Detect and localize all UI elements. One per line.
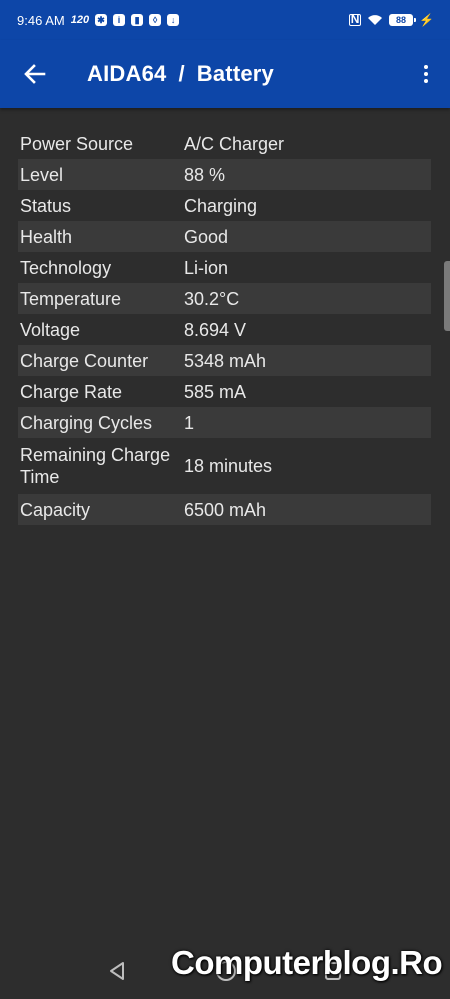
lock-icon: ▮: [131, 14, 144, 26]
table-row-remaining-charge-time: Remaining Charge Time 18 minutes: [18, 438, 431, 494]
row-label: Voltage: [20, 319, 81, 340]
table-row-power-source: Power Source A/C Charger: [18, 128, 431, 159]
nav-back-icon[interactable]: [108, 961, 126, 981]
status-left-group: 9:46 AM 120 ✱ i ▮ ◊ ↓: [17, 12, 180, 28]
nfc-icon: N: [349, 12, 362, 26]
row-label: Capacity: [20, 499, 91, 520]
refresh-rate-indicator: 120: [70, 14, 90, 26]
table-row-voltage: Voltage 8.694 V: [18, 314, 431, 345]
row-value: 8.694 V: [184, 319, 247, 340]
charging-bolt-icon: ⚡: [419, 13, 434, 27]
battery-icon: 88: [389, 14, 417, 26]
dot-icon: [424, 72, 428, 76]
row-label: Power Source: [20, 133, 134, 154]
page-name: Battery: [196, 61, 274, 86]
row-label: Charge Rate: [20, 381, 123, 402]
arrow-left-icon: [24, 64, 46, 84]
table-row-charge-counter: Charge Counter 5348 mAh: [18, 345, 431, 376]
edge-panel-handle[interactable]: [444, 261, 450, 331]
status-right-group: N 88 ⚡: [349, 13, 434, 27]
table-row-charging-cycles: Charging Cycles 1: [18, 407, 431, 438]
row-label: Remaining Charge Time: [20, 445, 171, 487]
overflow-menu-button[interactable]: [416, 59, 436, 89]
status-time: 9:46 AM: [17, 12, 65, 28]
table-row-capacity: Capacity 6500 mAh: [18, 494, 431, 525]
page-title: AIDA64 / Battery: [87, 61, 274, 87]
row-value: 88 %: [184, 164, 226, 185]
info-icon: i: [113, 14, 126, 26]
row-label: Technology: [20, 257, 112, 278]
row-label: Charging Cycles: [20, 412, 153, 433]
app-bar: AIDA64 / Battery: [0, 40, 450, 108]
row-label: Charge Counter: [20, 350, 149, 371]
dot-icon: [424, 65, 428, 69]
status-bar: 9:46 AM 120 ✱ i ▮ ◊ ↓ N 88 ⚡: [0, 0, 450, 40]
table-row-charge-rate: Charge Rate 585 mA: [18, 376, 431, 407]
settings-icon: ✱: [95, 14, 108, 26]
shield-icon: ◊: [149, 14, 162, 26]
row-value: 6500 mAh: [184, 499, 267, 520]
row-value: Li-ion: [184, 257, 229, 278]
row-value: A/C Charger: [184, 133, 285, 154]
app-name: AIDA64: [87, 61, 167, 86]
row-value: 5348 mAh: [184, 350, 267, 371]
row-value: 585 mA: [184, 381, 247, 402]
row-label: Temperature: [20, 288, 122, 309]
table-row-status: Status Charging: [18, 190, 431, 221]
watermark-text: Computerblog.Ro: [171, 944, 443, 981]
download-icon: ↓: [167, 14, 180, 26]
row-value: 30.2°C: [184, 288, 240, 309]
table-row-temperature: Temperature 30.2°C: [18, 283, 431, 314]
row-value: Charging: [184, 195, 258, 216]
row-value: Good: [184, 226, 229, 247]
row-value: 18 minutes: [184, 456, 273, 476]
back-button[interactable]: [20, 59, 50, 89]
row-value: 1: [184, 412, 195, 433]
table-row-health: Health Good: [18, 221, 431, 252]
wifi-icon: [368, 15, 383, 25]
title-separator: /: [178, 61, 185, 86]
table-row-technology: Technology Li-ion: [18, 252, 431, 283]
battery-info-table: Power Source A/C Charger Level 88 % Stat…: [18, 128, 431, 525]
dot-icon: [424, 79, 428, 83]
row-label: Health: [20, 226, 73, 247]
table-row-level: Level 88 %: [18, 159, 431, 190]
row-label: Level: [20, 164, 64, 185]
row-label: Status: [20, 195, 72, 216]
